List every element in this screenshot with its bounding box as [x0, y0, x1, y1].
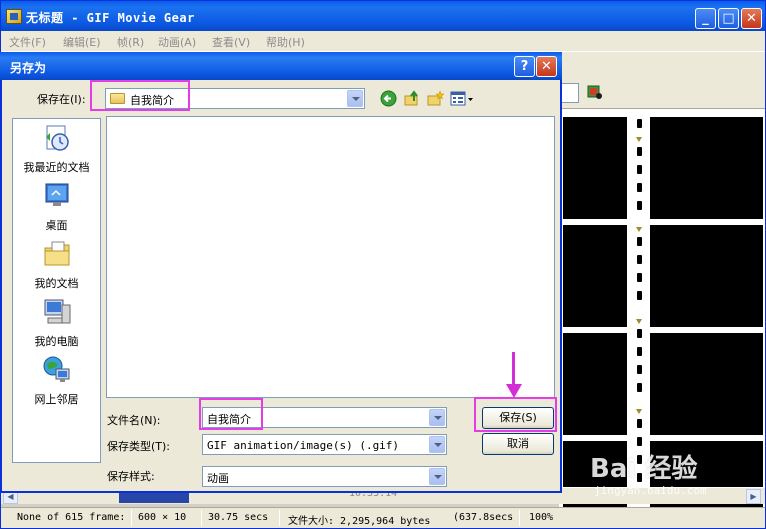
menu-view[interactable]: 查看(V)	[212, 34, 250, 50]
chevron-down-icon[interactable]	[429, 436, 445, 453]
sprocket-hole	[637, 147, 642, 156]
watermark-url: jingyan.baidu.com	[594, 484, 707, 497]
sprocket-hole	[637, 255, 642, 264]
menu-help[interactable]: 帮助(H)	[266, 34, 305, 50]
place-network-places[interactable]: 网上邻居	[13, 355, 100, 407]
sprocket-hole	[637, 291, 642, 300]
network-places-icon	[43, 356, 69, 382]
frame-thumbnail[interactable]	[563, 333, 627, 435]
menu-animation[interactable]: 动画(A)	[158, 34, 196, 50]
baidu-jingyan-watermark: Bai 经验 jingyan.baidu.com	[586, 444, 756, 504]
dialog-title: 另存为	[10, 61, 47, 75]
desktop-icon	[45, 183, 68, 206]
status-duration: 30.75 secs	[208, 512, 269, 523]
sprocket-hole	[637, 365, 642, 374]
save-as-dialog: 另存为 ? ✕ 保存在(I): 自我简介 我最近的文档 桌面 我的文档 我的电脑…	[0, 52, 562, 493]
place-my-documents[interactable]: 我的文档	[13, 239, 100, 291]
status-bar: None of 615 frame: 600 × 10 30.75 secs 文…	[1, 507, 765, 528]
chevron-down-icon[interactable]	[347, 90, 363, 107]
my-documents-icon	[44, 241, 69, 266]
status-divider	[131, 510, 132, 526]
frame-thumbnail[interactable]	[563, 225, 627, 327]
frame-thumbnail[interactable]	[563, 117, 627, 219]
help-button[interactable]: ?	[514, 56, 535, 77]
place-label: 桌面	[45, 219, 68, 232]
place-label: 我的文档	[34, 277, 79, 290]
menu-file[interactable]: 文件(F)	[9, 34, 46, 50]
annotation-arrow-head	[506, 384, 522, 398]
place-label: 我最近的文档	[23, 161, 90, 174]
place-label: 我的电脑	[34, 335, 79, 348]
menu-bar: 文件(F) 编辑(E) 帧(R) 动画(A) 查看(V) 帮助(H)	[1, 31, 765, 51]
place-desktop[interactable]: 桌面	[13, 181, 100, 233]
sprocket-hole	[637, 183, 642, 192]
frame-delay-marker	[636, 409, 642, 414]
highlight-box-filename	[199, 398, 263, 430]
sprocket-hole	[637, 119, 642, 128]
minimize-button[interactable]: _	[695, 8, 716, 29]
place-recent-documents[interactable]: 我最近的文档	[13, 123, 100, 175]
dialog-close-button[interactable]: ✕	[536, 56, 557, 77]
frame-delay-marker	[636, 137, 642, 142]
status-frame-info: None of 615 frame:	[17, 512, 126, 523]
status-file-size: 文件大小: 2,295,964 bytes	[288, 516, 431, 527]
place-my-computer[interactable]: 我的电脑	[13, 297, 100, 349]
status-dimensions: 600 × 10	[138, 512, 187, 523]
savestyle-label: 保存样式:	[107, 470, 155, 483]
file-list[interactable]	[106, 116, 555, 398]
gif-movie-gear-app-icon	[6, 9, 22, 24]
sprocket-hole	[637, 273, 642, 282]
frame-delay-marker	[636, 319, 642, 324]
view-menu-icon[interactable]	[450, 90, 474, 107]
highlight-box-save-button	[474, 397, 557, 432]
frame-thumbnail[interactable]	[650, 225, 763, 327]
sprocket-hole	[637, 237, 642, 246]
filetype-label: 保存类型(T):	[107, 440, 171, 453]
cancel-button[interactable]: 取消	[482, 433, 554, 455]
frame-thumbnail[interactable]	[650, 117, 763, 219]
sprocket-hole	[637, 419, 642, 428]
maximize-button[interactable]: □	[718, 8, 739, 29]
main-window-title: 无标题 - GIF Movie Gear	[26, 11, 195, 25]
my-computer-icon	[44, 299, 70, 324]
status-divider	[519, 510, 520, 526]
back-icon[interactable]	[380, 90, 397, 107]
main-title-bar[interactable]: 无标题 - GIF Movie Gear _ □ ✕	[1, 1, 765, 31]
chevron-down-icon[interactable]	[429, 409, 445, 426]
places-bar: 我最近的文档 桌面 我的文档 我的电脑 网上邻居	[12, 118, 101, 463]
sprocket-hole	[637, 347, 642, 356]
annotation-arrow-shaft	[512, 352, 515, 386]
dialog-title-bar[interactable]: 另存为 ? ✕	[0, 52, 562, 80]
savestyle-select[interactable]: 动画	[202, 466, 447, 487]
watermark-brand: Bai 经验	[590, 454, 698, 484]
highlight-box-save-in	[90, 80, 190, 111]
frame-thumbnail[interactable]	[650, 333, 763, 435]
status-divider	[201, 510, 202, 526]
sprocket-hole	[637, 201, 642, 210]
menu-edit[interactable]: 编辑(E)	[63, 34, 101, 50]
frame-properties-icon[interactable]	[587, 84, 603, 100]
savestyle-value: 动画	[207, 472, 229, 485]
chevron-down-icon[interactable]	[429, 468, 445, 485]
sprocket-hole	[637, 329, 642, 338]
filetype-select[interactable]: GIF animation/image(s) (.gif)	[202, 434, 447, 455]
status-secs: (637.8secs	[453, 512, 514, 523]
place-label: 网上邻居	[34, 393, 79, 406]
toolbar-field[interactable]	[561, 83, 579, 103]
filetype-value: GIF animation/image(s) (.gif)	[207, 439, 400, 452]
status-divider	[279, 510, 280, 526]
sprocket-hole	[637, 165, 642, 174]
save-in-label: 保存在(I):	[37, 93, 86, 106]
status-zoom: 100%	[529, 512, 554, 523]
new-folder-icon[interactable]	[427, 90, 444, 107]
sprocket-hole	[637, 383, 642, 392]
filename-label: 文件名(N):	[107, 414, 161, 427]
frame-delay-marker	[636, 227, 642, 232]
close-button[interactable]: ✕	[741, 8, 762, 29]
up-folder-icon[interactable]	[404, 90, 421, 107]
menu-frame[interactable]: 帧(R)	[117, 34, 144, 50]
recent-documents-icon	[45, 125, 69, 151]
